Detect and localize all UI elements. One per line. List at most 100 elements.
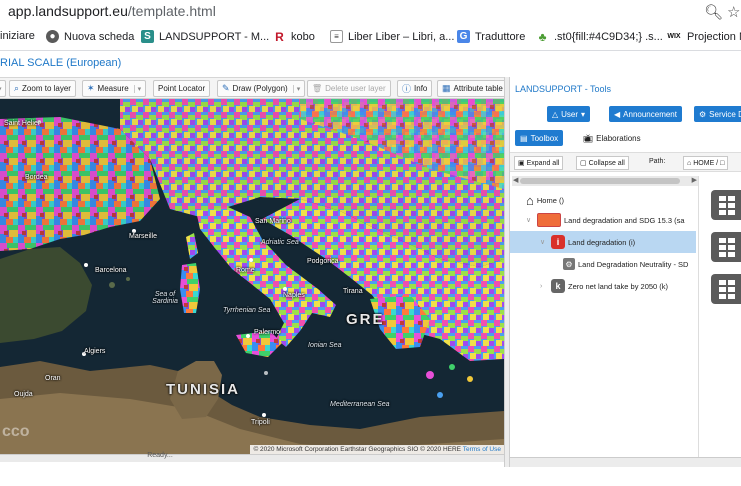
folder-icon: □ — [720, 159, 725, 167]
measure-button[interactable]: ✶ Measure ▾ — [82, 80, 147, 97]
bookmark-label: .st0{fill:#4C9D34;} .s... — [554, 30, 663, 43]
tree-node-label: Land Degradation Neutrality - SD — [578, 259, 689, 269]
tree-node-ldn[interactable]: ⚙ Land Degradation Neutrality - SD — [563, 253, 696, 275]
page-title: RIAL SCALE (European) — [0, 57, 122, 69]
grid-tool-button-2[interactable] — [711, 232, 741, 262]
button-label: Draw (Polygon) — [232, 84, 288, 93]
map-label-tunisia: TUNISIA — [166, 381, 240, 398]
map-label-bordeaux: Bordea — [25, 174, 48, 181]
announcement-button[interactable]: ◀ Announcement — [609, 106, 682, 122]
map-label-tripoli: Tripoli — [251, 419, 270, 426]
scroll-thumb[interactable] — [520, 178, 680, 184]
status-text: Ready... — [147, 452, 173, 459]
map-label-naples: Naples — [283, 292, 305, 299]
button-label: HOME / — [693, 159, 719, 167]
button-label: Collapse all — [588, 159, 625, 167]
delete-user-layer-button[interactable]: 🗑︎ Delete user layer — [307, 80, 391, 97]
tab-toolbox[interactable]: ▤ Toolbox — [515, 130, 564, 146]
tree-node-label: Land degradation and SDG 15.3 (sa — [564, 215, 685, 225]
home-icon: ⌂ — [526, 192, 534, 208]
bookmark-label: Traduttore — [475, 30, 526, 43]
button-label: Service D — [709, 109, 741, 119]
map-label-tirana: Tirana — [343, 288, 363, 295]
chevron-right-icon[interactable]: › — [540, 283, 548, 290]
collapse-all-button[interactable]: ▢ Collapse all — [576, 156, 629, 170]
map-label-mediterranean-sea: Mediterranean Sea — [330, 401, 390, 408]
map-label-saint-helier: Saint Helier — [4, 120, 41, 127]
button-label: Delete user layer — [325, 84, 386, 93]
tree-node-land-degradation-sdg[interactable]: ∨ Land degradation and SDG 15.3 (sa — [526, 209, 696, 231]
chevron-down-icon[interactable]: ∨ — [540, 238, 548, 246]
tab-elaborations[interactable]: 📺︎ Elaborations — [578, 130, 646, 146]
pencil-icon: ✎ — [222, 83, 230, 93]
chevron-down-icon: ▾ — [581, 109, 586, 119]
chevron-down-icon[interactable]: ▾ — [133, 84, 141, 93]
zoom-icon[interactable]: 🔍︎ — [704, 3, 723, 21]
service-button[interactable]: ⚙ Service D — [694, 106, 741, 122]
tree-node-label: Zero net land take by 2050 (k) — [568, 281, 669, 291]
bookmark-st0-svg[interactable]: ♣ .st0{fill:#4C9D34;} .s... — [536, 30, 663, 44]
user-icon: △ — [552, 109, 559, 119]
map-label-oujda: Oujda — [14, 391, 33, 398]
bookmark-iniziare[interactable]: iniziare — [0, 30, 35, 42]
map-canvas[interactable]: Saint Helier Bordea Marseille Barcelona … — [0, 99, 504, 454]
bookmark-liber-liber[interactable]: ≡ Liber Liber – Libri, a... — [330, 30, 454, 43]
button-label: Measure — [97, 84, 129, 93]
button-label: Zoom to layer — [22, 84, 71, 93]
layer-tree: ⌂ Home () ∨ Land degradation and SDG 15.… — [510, 189, 696, 457]
point-locator-button[interactable]: Point Locator — [153, 80, 211, 97]
grid-tool-button-3[interactable] — [711, 274, 741, 304]
bookmark-kobo[interactable]: R kobo — [273, 29, 315, 44]
tree-node-home[interactable]: ⌂ Home () — [526, 189, 696, 211]
chevron-down-icon[interactable]: ∨ — [526, 216, 534, 224]
path-home-button[interactable]: ⌂ HOME / □ — [683, 156, 729, 170]
button-label: User — [561, 109, 579, 119]
toolbar-overflow-button[interactable]: ▾ — [0, 80, 6, 97]
bookmark-label: Projection M — [687, 30, 741, 43]
map-label-ionian-sea: Ionian Sea — [308, 342, 342, 349]
tree-node-zero-net-land-take[interactable]: › k Zero net land take by 2050 (k) — [540, 275, 696, 297]
draw-polygon-button[interactable]: ✎ Draw (Polygon) ▾ — [217, 80, 306, 97]
bookmark-projection[interactable]: WIX Projection M — [666, 30, 741, 43]
zoom-to-layer-button[interactable]: ⌕ Zoom to layer — [9, 80, 76, 97]
map-label-podgorica: Podgorica — [307, 258, 339, 265]
grid-tool-button-1[interactable] — [711, 190, 741, 220]
chevron-down-icon[interactable]: ▾ — [292, 84, 300, 93]
scroll-left-icon[interactable]: ◀ — [513, 176, 518, 184]
url-text[interactable]: app.landsupport.eu/template.html — [8, 3, 216, 19]
map-toolbar: ▾ ⌕ Zoom to layer ✶ Measure ▾ Point Loca… — [0, 77, 504, 99]
browser-address-bar[interactable]: app.landsupport.eu/template.html 🔍︎ ☆ — [0, 0, 741, 24]
tree-node-land-degradation[interactable]: ∨ i Land degradation (i) — [510, 231, 696, 253]
map-label-tyrrhenian-sea: Tyrrhenian Sea — [223, 307, 271, 314]
monitor-icon: 📺︎ — [583, 133, 594, 143]
ruler-icon: ✶ — [87, 83, 95, 93]
zoom-icon: ⌕ — [14, 83, 20, 93]
megaphone-icon: ◀ — [614, 109, 621, 119]
layer-icon: ⚙ — [563, 258, 575, 270]
tree-node-label: Home () — [536, 195, 564, 205]
button-label: Attribute table — [453, 84, 503, 93]
kobo-icon: R — [275, 29, 284, 44]
tree-horizontal-scrollbar[interactable]: ◀ ▶ — [512, 176, 698, 186]
trash-icon: 🗑︎ — [312, 84, 323, 93]
bookmark-landsupport[interactable]: S LANDSUPPORT - M... — [141, 30, 269, 43]
user-button[interactable]: △ User ▾ — [547, 106, 591, 122]
map-layer — [0, 99, 504, 454]
panel-bottom-scrollbar[interactable] — [510, 457, 741, 467]
bookmark-label: Nuova scheda — [64, 30, 135, 43]
page-icon: ≡ — [330, 30, 343, 43]
map-label-adriatic-sea: Adriatic Sea — [261, 239, 299, 246]
map-label-sea-of-sardinia: Sea of Sardinia — [152, 291, 178, 305]
map-label-barcelona: Barcelona — [95, 267, 127, 274]
bookmark-nuova-scheda[interactable]: ● Nuova scheda — [46, 30, 134, 43]
wix-icon: WIX — [667, 33, 681, 40]
star-icon[interactable]: ☆ — [727, 3, 740, 21]
expand-all-button[interactable]: ▣ Expand all — [514, 156, 564, 170]
scroll-right-icon[interactable]: ▶ — [692, 176, 697, 184]
bookmark-traduttore[interactable]: G Traduttore — [457, 30, 525, 43]
info-button[interactable]: ⓘ Info — [397, 80, 433, 97]
gear-icon: ⚙ — [699, 109, 707, 119]
toolbox-icon: ▤ — [520, 133, 528, 143]
terms-of-use-link[interactable]: Terms of Use — [463, 446, 501, 453]
attribute-table-button[interactable]: ▦ Attribute table — [437, 80, 504, 97]
